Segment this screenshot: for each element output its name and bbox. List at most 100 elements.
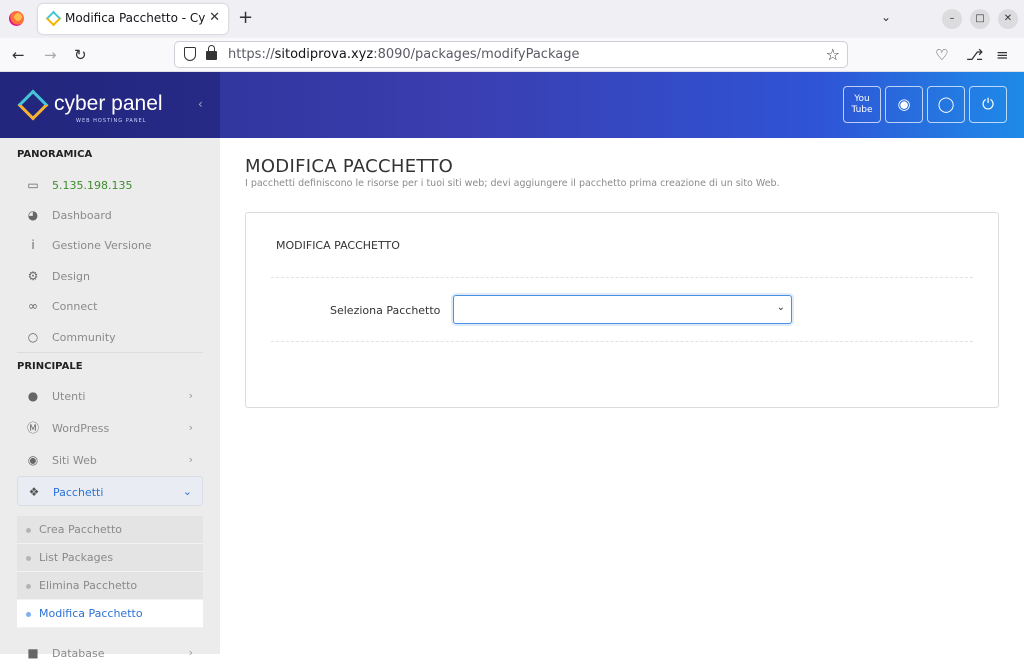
url-text[interactable]: https://sitodiprova.xyz:8090/packages/mo…: [228, 47, 579, 62]
sidebar-item-packages[interactable]: ❖ Pacchetti ⌄: [17, 476, 203, 506]
browser-tab-bar: Modifica Pacchetto - CyberPanel ✕ + ⌄ – …: [0, 0, 1024, 38]
firefox-icon: [9, 11, 24, 26]
lock-icon[interactable]: [206, 45, 217, 60]
sidebar-item-database[interactable]: ■ Database ›: [17, 638, 203, 668]
globe-icon: ◉: [27, 453, 39, 467]
chat-icon: ◉: [897, 95, 911, 113]
sub-item-label: Crea Pacchetto: [39, 523, 123, 536]
reload-icon[interactable]: ↻: [74, 46, 87, 64]
chevron-right-icon: ›: [188, 646, 193, 659]
bookmark-star-icon[interactable]: ☆: [826, 45, 840, 64]
section-title-overview: PANORAMICA: [17, 149, 93, 160]
support-button[interactable]: ◯: [927, 86, 965, 123]
chat-button[interactable]: ◉: [885, 86, 923, 123]
chevron-down-icon[interactable]: ⌄: [881, 10, 891, 24]
power-icon: ⏻: [982, 95, 994, 113]
sidebar-item-label: WordPress: [52, 422, 110, 435]
bullet-icon: [26, 612, 31, 617]
sidebar-item-label: Utenti: [52, 390, 86, 403]
page-title: MODIFICA PACCHETTO: [245, 156, 454, 177]
comments-icon: ○: [27, 330, 39, 344]
divider: [271, 341, 973, 342]
tab-title: Modifica Pacchetto - CyberPanel: [65, 11, 205, 25]
sidebar-collapse-icon[interactable]: ‹: [198, 97, 203, 111]
close-window-button[interactable]: ✕: [998, 9, 1018, 29]
chevron-right-icon: ›: [188, 389, 193, 402]
logout-button[interactable]: ⏻: [969, 86, 1007, 123]
address-bar[interactable]: https://sitodiprova.xyz:8090/packages/mo…: [174, 41, 848, 68]
close-icon[interactable]: ✕: [209, 10, 220, 25]
shield-icon[interactable]: [184, 47, 196, 61]
back-arrow-icon[interactable]: ←: [12, 46, 25, 64]
menu-icon[interactable]: ≡: [996, 46, 1009, 64]
sidebar-item-label: Siti Web: [52, 454, 97, 467]
sub-item-modify-package[interactable]: Modifica Pacchetto: [17, 600, 203, 628]
select-package-label: Seleziona Pacchetto: [330, 304, 441, 317]
sidebar-item-users[interactable]: ● Utenti ›: [17, 381, 203, 411]
cyberpanel-favicon-icon: [45, 10, 62, 27]
sidebar-item-label: Gestione Versione: [52, 239, 152, 252]
sidebar-item-community[interactable]: ○ Community: [17, 322, 203, 352]
sidebar-item-label: Pacchetti: [53, 486, 104, 499]
new-tab-button[interactable]: +: [238, 7, 253, 28]
divider: [17, 352, 203, 353]
divider: [271, 277, 973, 278]
ip-address: 5.135.198.135: [52, 179, 133, 192]
youtube-icon: You Tube: [851, 94, 873, 115]
extensions-icon[interactable]: ⎇: [966, 46, 983, 64]
chevron-down-icon: ⌄: [182, 485, 192, 498]
link-icon: ∞: [28, 299, 38, 313]
minimize-button[interactable]: –: [942, 9, 962, 29]
sidebar-item-label: Dashboard: [52, 209, 112, 222]
panel-title: MODIFICA PACCHETTO: [276, 239, 400, 252]
sidebar-item-connect[interactable]: ∞ Connect: [17, 291, 203, 321]
users-icon: ●: [27, 389, 39, 403]
restore-button[interactable]: □: [970, 9, 990, 29]
pocket-icon[interactable]: ♡: [935, 46, 948, 64]
brand-name: cyber panel: [54, 92, 163, 115]
sidebar-item-version[interactable]: i Gestione Versione: [17, 230, 203, 260]
sub-item-create-package[interactable]: Crea Pacchetto: [17, 516, 203, 544]
url-prefix: https://: [228, 47, 275, 62]
bullet-icon: [26, 584, 31, 589]
modify-package-panel: MODIFICA PACCHETTO Seleziona Pacchetto ⌄: [245, 212, 999, 408]
dashboard-icon: ◕: [27, 208, 39, 222]
info-icon: i: [31, 238, 35, 252]
sub-item-delete-package[interactable]: Elimina Pacchetto: [17, 572, 203, 600]
bullet-icon: [26, 556, 31, 561]
chevron-right-icon: ›: [188, 453, 193, 466]
sidebar-item-label: Design: [52, 270, 90, 283]
laptop-icon: ▭: [27, 178, 39, 192]
sidebar-item-wordpress[interactable]: Ⓜ WordPress ›: [17, 413, 203, 443]
url-path: :8090/packages/modifyPackage: [373, 47, 580, 62]
main-content: MODIFICA PACCHETTO I pacchetti definisco…: [220, 138, 1024, 654]
page-description: I pacchetti definiscono le risorse per i…: [245, 178, 780, 189]
browser-tab[interactable]: Modifica Pacchetto - CyberPanel ✕: [38, 4, 228, 34]
cyberpanel-logo-icon: [17, 89, 49, 121]
sidebar-item-design[interactable]: ⚙ Design: [17, 261, 203, 291]
support-icon: ◯: [937, 95, 955, 113]
sidebar-item-ip[interactable]: ▭ 5.135.198.135: [17, 170, 203, 200]
sub-item-list-packages[interactable]: List Packages: [17, 544, 203, 572]
brand-area: cyber panel WEB HOSTING PANEL ‹: [0, 72, 220, 138]
sidebar-item-label: Community: [52, 331, 116, 344]
sidebar-item-dashboard[interactable]: ◕ Dashboard: [17, 200, 203, 230]
sub-item-label: List Packages: [39, 551, 114, 564]
cubes-icon: ❖: [28, 485, 40, 499]
sidebar-item-websites[interactable]: ◉ Siti Web ›: [17, 445, 203, 475]
browser-nav-bar: ← → ↻ https://sitodiprova.xyz:8090/packa…: [0, 38, 1024, 72]
chevron-right-icon: ›: [188, 421, 193, 434]
sub-item-label: Elimina Pacchetto: [39, 579, 138, 592]
sidebar-item-label: Connect: [52, 300, 98, 313]
youtube-button[interactable]: You Tube: [843, 86, 881, 123]
sub-item-label: Modifica Pacchetto: [39, 607, 143, 620]
forward-arrow-icon[interactable]: →: [44, 46, 57, 64]
package-select[interactable]: ⌄: [453, 295, 792, 324]
url-host: sitodiprova.xyz: [274, 47, 374, 62]
wordpress-icon: Ⓜ: [26, 421, 39, 435]
gear-icon: ⚙: [27, 269, 39, 283]
section-title-main: PRINCIPALE: [17, 361, 83, 372]
database-icon: ■: [27, 646, 39, 660]
sidebar: PANORAMICA ▭ 5.135.198.135 ◕ Dashboard i…: [0, 138, 220, 660]
chevron-down-icon: ⌄: [776, 302, 785, 313]
